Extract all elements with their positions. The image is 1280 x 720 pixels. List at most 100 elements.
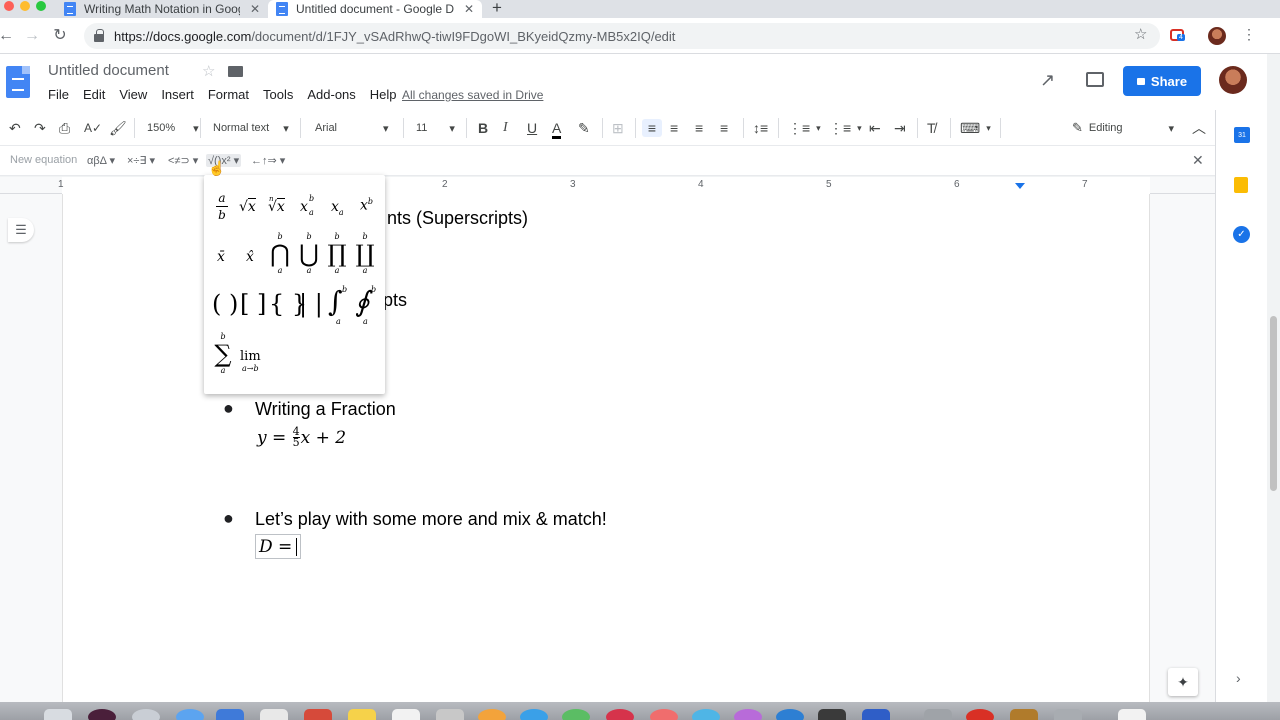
menu-help[interactable]: Help (370, 87, 397, 102)
symbol-big-union[interactable]: b ⋃ a (297, 233, 321, 275)
symbol-limit[interactable]: lim a→b (240, 350, 261, 375)
dock-app-icon[interactable] (606, 709, 634, 720)
dock-app-icon[interactable] (132, 709, 160, 720)
dock-app-icon[interactable] (818, 709, 846, 720)
symbol-subscript[interactable]: xa (331, 199, 344, 217)
numbered-list-icon[interactable]: ⋮≡ ▾ (788, 119, 821, 137)
symbol-contour-integral[interactable]: ∮ b a (355, 285, 376, 326)
dock-app-icon[interactable] (734, 709, 762, 720)
activity-trend-icon[interactable]: ↗ (1040, 70, 1055, 91)
dock-notes-icon[interactable] (348, 709, 376, 720)
symbol-big-intersection[interactable]: b ⋂ a (268, 233, 292, 275)
symbol-summation[interactable]: b ∑ a (212, 333, 234, 375)
tasks-icon[interactable]: ✓ (1233, 226, 1250, 243)
dock-app-icon[interactable] (1054, 709, 1082, 720)
close-icon[interactable]: ✕ (250, 2, 260, 16)
active-equation-box[interactable]: D = (255, 534, 302, 559)
relations-menu[interactable]: <≠⊃ ▾ (168, 154, 198, 167)
browser-tab-untitled[interactable]: Untitled document - Google Do ✕ (268, 0, 482, 18)
menu-tools[interactable]: Tools (263, 87, 293, 102)
editing-mode-select[interactable]: ✎ Editing ▾ (1072, 119, 1174, 137)
close-icon[interactable]: ✕ (464, 2, 474, 16)
dock-app-icon[interactable] (692, 709, 720, 720)
address-bar[interactable]: https://docs.google.com/document/d/1FJY_… (84, 23, 1160, 49)
menu-insert[interactable]: Insert (161, 87, 194, 102)
share-button[interactable]: Share (1123, 66, 1201, 96)
account-avatar[interactable] (1219, 66, 1247, 94)
symbol-sub-superscript[interactable]: xba (300, 194, 314, 217)
scrollbar-thumb[interactable] (1270, 316, 1277, 491)
align-justify-icon[interactable]: ≡ (720, 119, 728, 137)
print-icon[interactable]: ⎙ (59, 119, 70, 137)
expand-panel-chevron-icon[interactable]: › (1236, 670, 1241, 686)
dock-app-icon[interactable] (216, 709, 244, 720)
symbol-superscript[interactable]: xb (360, 197, 373, 214)
increase-indent-icon[interactable]: ⇥ (894, 119, 906, 137)
dock-app-icon[interactable] (924, 709, 952, 720)
calendar-icon[interactable]: 31 (1234, 127, 1250, 143)
font-size-select[interactable]: 11 ▾ (416, 119, 455, 137)
dock-app-icon[interactable] (862, 709, 890, 720)
symbol-integral[interactable]: ∫ b a (328, 285, 347, 326)
scrollbar-track[interactable] (1267, 54, 1280, 702)
spellcheck-icon[interactable]: A✓ (84, 119, 102, 137)
docs-logo-icon[interactable] (6, 66, 30, 98)
dock-app-icon[interactable] (304, 709, 332, 720)
underline-button[interactable]: U (527, 119, 537, 137)
symbol-hat[interactable]: x̂ (246, 249, 254, 265)
menu-addons[interactable]: Add-ons (307, 87, 355, 102)
text-color-button[interactable]: A (552, 119, 562, 139)
symbol-square-root[interactable]: √x (239, 198, 256, 215)
undo-icon[interactable]: ↶ (9, 119, 21, 137)
right-indent-marker[interactable] (1015, 183, 1025, 189)
folder-icon[interactable] (228, 66, 243, 77)
decrease-indent-icon[interactable]: ⇤ (869, 119, 881, 137)
zoom-select[interactable]: 150% ▾ (147, 119, 199, 137)
dock-app-icon[interactable] (650, 709, 678, 720)
save-status-link[interactable]: All changes saved in Drive (402, 88, 543, 102)
back-arrow-icon[interactable]: ← (0, 26, 16, 46)
greek-letters-menu[interactable]: αβΔ ▾ (87, 154, 115, 167)
redo-icon[interactable]: ↷ (34, 119, 46, 137)
dock-app-icon[interactable] (260, 709, 288, 720)
align-right-icon[interactable]: ≡ (695, 119, 703, 137)
dock-app-icon[interactable] (88, 709, 116, 720)
symbol-fraction[interactable]: ab (212, 191, 232, 222)
comments-icon[interactable] (1086, 72, 1104, 87)
dock-app-icon[interactable] (392, 709, 420, 720)
menu-edit[interactable]: Edit (83, 87, 105, 102)
clear-formatting-icon[interactable]: T̸ (927, 119, 936, 137)
dock-app-icon[interactable] (520, 709, 548, 720)
close-equation-bar-icon[interactable]: ✕ (1192, 152, 1204, 169)
new-equation-button[interactable]: New equation (10, 154, 77, 166)
misc-operations-menu[interactable]: ×÷∃ ▾ (127, 154, 155, 167)
dock-app-icon[interactable] (436, 709, 464, 720)
line-spacing-icon[interactable]: ↕≡ (753, 119, 768, 137)
fraction-equation[interactable]: y = 4 5 x + 2 (257, 426, 346, 448)
window-minimize-dot[interactable] (20, 1, 30, 11)
reload-icon[interactable]: ↻ (50, 26, 70, 46)
paint-format-icon[interactable]: 🖌︎ (109, 119, 127, 137)
menu-format[interactable]: Format (208, 87, 249, 102)
bulleted-list-icon[interactable]: ⋮≡ ▾ (829, 119, 862, 137)
symbol-nth-root[interactable]: n √x (268, 195, 285, 215)
dock-app-icon[interactable] (966, 709, 994, 720)
window-zoom-dot[interactable] (36, 1, 46, 11)
symbol-absolute-value[interactable]: | | (299, 290, 323, 318)
keep-icon[interactable] (1234, 177, 1248, 193)
paragraph-style-select[interactable]: Normal text ▾ (213, 119, 289, 137)
menu-file[interactable]: File (48, 87, 69, 102)
document-title[interactable]: Untitled document (48, 62, 169, 79)
arrows-menu[interactable]: ←↑⇒ ▾ (251, 154, 285, 167)
font-select[interactable]: Arial ▾ (315, 119, 389, 137)
dock-finder-icon[interactable] (44, 709, 72, 720)
symbol-bar[interactable]: x̄ (217, 249, 225, 265)
window-close-dot[interactable] (4, 1, 14, 11)
dock-app-icon[interactable] (478, 709, 506, 720)
star-icon[interactable]: ☆ (202, 62, 215, 80)
menu-view[interactable]: View (119, 87, 147, 102)
symbol-coproduct[interactable]: b ∐ a (353, 233, 377, 275)
highlight-pen-icon[interactable]: ✎ (578, 119, 590, 137)
dock-document-icon[interactable] (1118, 709, 1146, 720)
bold-button[interactable]: B (478, 119, 488, 137)
